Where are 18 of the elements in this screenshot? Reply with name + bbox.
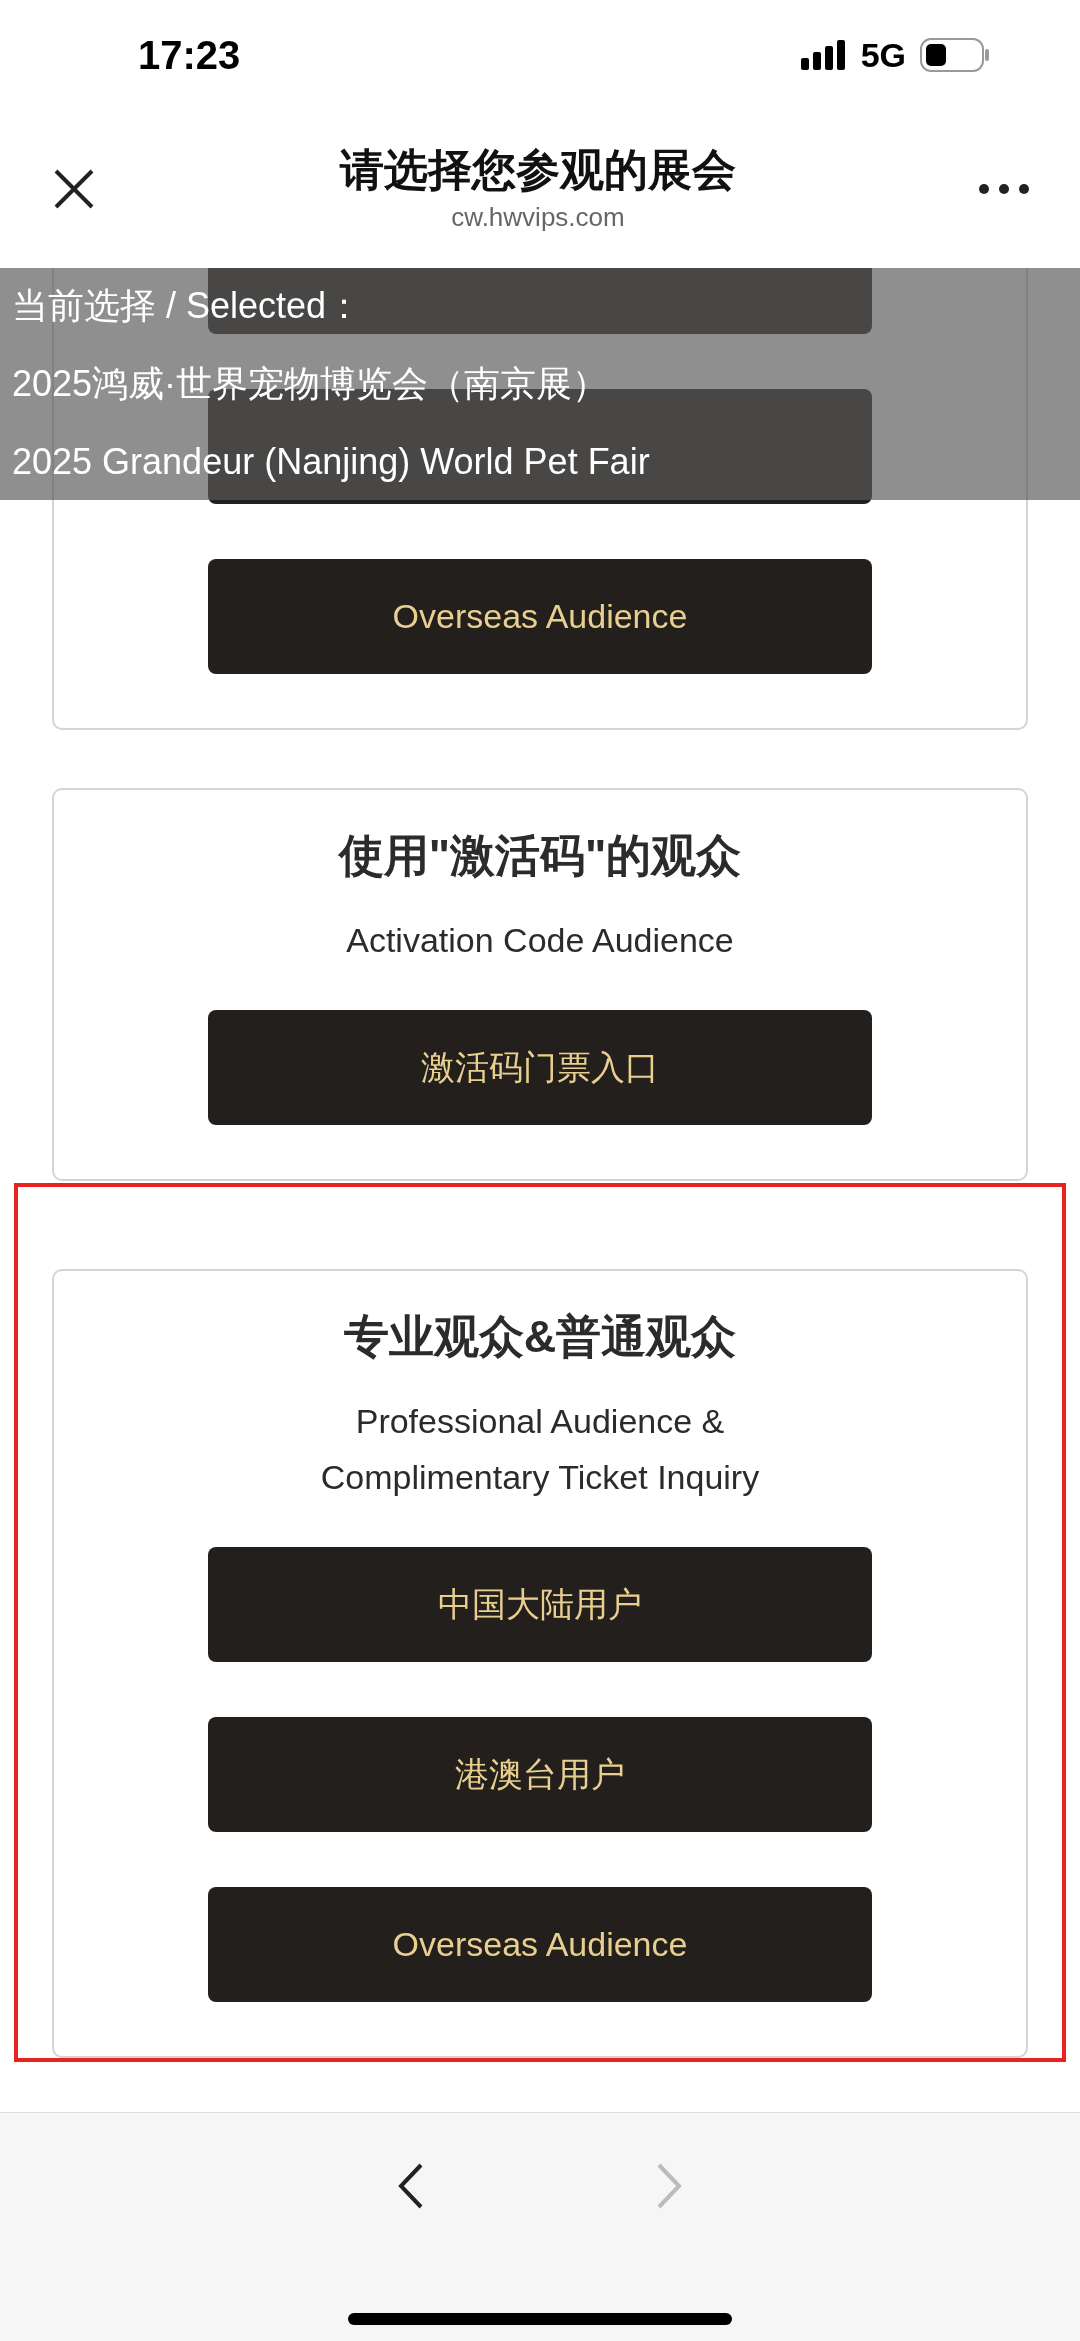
- audience-button[interactable]: 激活码门票入口: [208, 1010, 872, 1125]
- card-subtitle: Activation Code Audience: [346, 920, 734, 961]
- more-icon[interactable]: [978, 183, 1030, 195]
- audience-button[interactable]: 港澳台用户: [208, 1717, 872, 1832]
- page-title: 请选择您参观的展会: [340, 143, 736, 196]
- status-time: 17:23: [138, 32, 241, 79]
- card-title: 专业观众&普通观众: [343, 1310, 737, 1364]
- audience-button[interactable]: Overseas Audience: [208, 559, 872, 674]
- card-subtitle: Complimentary Ticket Inquiry: [320, 1457, 760, 1498]
- audience-button[interactable]: 中国大陆用户: [208, 1547, 872, 1662]
- card-subtitle: Professional Audience &: [355, 1401, 725, 1442]
- card-title: 使用"激活码"的观众: [338, 829, 742, 883]
- selection-text: 当前选择 / Selected：: [12, 286, 363, 326]
- page-url: cw.hwvips.com: [451, 200, 625, 234]
- network-label: 5G: [860, 34, 906, 76]
- audience-button[interactable]: Overseas Audience: [208, 1887, 872, 2002]
- signal-icon: [800, 40, 847, 70]
- battery-icon: [920, 38, 990, 72]
